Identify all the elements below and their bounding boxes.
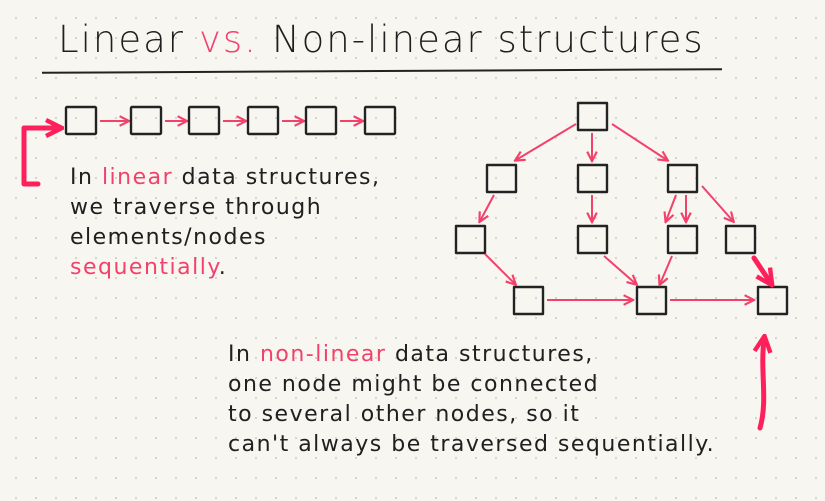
nonlinear-keyword: non-linear — [259, 342, 387, 367]
graph-node-top — [576, 101, 609, 132]
graph-edge — [603, 255, 636, 284]
graph-node-r2-right — [666, 224, 699, 255]
nonlinear-up-arrow — [760, 340, 764, 431]
graph-node-r1-right — [666, 163, 699, 194]
linear-chain — [64, 105, 397, 136]
linear-note-line-4: sequentially. — [70, 255, 228, 280]
nonlinear-note-line-4: can't always be traversed sequentially. — [228, 432, 716, 457]
graph-edge — [701, 185, 733, 221]
linear-node-6 — [363, 105, 397, 136]
linear-node-2 — [129, 105, 163, 136]
graph-node-r3-right — [756, 285, 789, 316]
sketch-page: Linear vs. Non-linear structures In line… — [0, 0, 825, 501]
graph-edge — [611, 123, 667, 160]
linear-description: In linear data structures, we traverse t… — [70, 163, 381, 283]
linear-note-line-3: elements/nodes — [70, 225, 267, 250]
graph-node-r3-mid — [635, 285, 668, 316]
linear-node-3 — [187, 105, 221, 136]
nonlinear-note-line-2: one node might be connected — [228, 372, 600, 397]
graph-node-r3-left — [512, 285, 545, 316]
linear-keyword: linear — [101, 165, 174, 190]
graph-node-r2-left — [454, 224, 487, 255]
linear-bracket-arrow — [21, 128, 58, 187]
linear-node-1 — [64, 105, 98, 136]
graph-node-r2-mid — [576, 224, 609, 255]
graph-edge — [666, 194, 677, 221]
linear-note-line-2: we traverse through — [70, 195, 323, 220]
linear-node-5 — [304, 105, 338, 136]
graph-edge — [660, 255, 673, 284]
nonlinear-note-line-3: to several other nodes, so it — [228, 402, 581, 427]
graph-node-r1-mid — [576, 163, 609, 194]
graph-edge — [480, 194, 495, 221]
graph-edge — [516, 123, 577, 160]
sequentially-keyword: sequentially — [70, 255, 219, 280]
graph-node-r1-left — [485, 163, 518, 194]
graph-edge — [751, 255, 770, 282]
nonlinear-description: In non-linear data structures, one node … — [228, 340, 715, 460]
linear-note-line-1: In linear data structures, — [70, 165, 381, 190]
linear-node-4 — [246, 105, 280, 136]
nonlinear-graph — [454, 101, 789, 316]
graph-node-r2-far — [724, 224, 757, 255]
graph-edge — [484, 253, 515, 284]
nonlinear-note-line-1: In non-linear data structures, — [228, 342, 594, 367]
